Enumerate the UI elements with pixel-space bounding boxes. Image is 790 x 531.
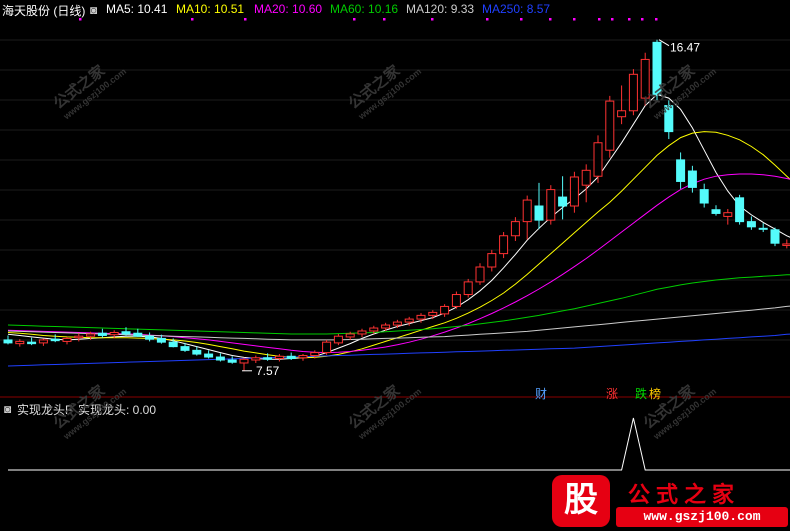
- candle-body: [676, 159, 686, 182]
- candle-body: [758, 227, 768, 230]
- candle-body: [180, 346, 190, 351]
- candle-body: [617, 110, 627, 118]
- ma60-legend: MA60: 10.16: [330, 2, 399, 16]
- candle-body: [404, 318, 414, 323]
- signal-dot: [431, 18, 434, 21]
- candle-body: [133, 332, 143, 337]
- candle-body: [440, 305, 450, 315]
- candle-body: [735, 197, 745, 223]
- candle-body: [62, 337, 72, 342]
- candle-body: [546, 189, 556, 221]
- candle-body: [38, 339, 48, 344]
- candle-body: [310, 352, 320, 357]
- candle-body: [215, 356, 225, 361]
- candle-body: [770, 229, 780, 244]
- signal-dot: [598, 18, 601, 21]
- brand-url: www.gszj100.com: [616, 507, 788, 527]
- candle-body: [746, 221, 756, 228]
- candle-body: [274, 355, 284, 360]
- candle-body: [569, 176, 579, 207]
- ma20-legend: MA20: 10.60: [254, 2, 323, 16]
- candle-body: [27, 341, 37, 345]
- candle-body: [522, 199, 532, 223]
- signal-dot: [641, 18, 644, 21]
- signal-dot: [655, 18, 658, 21]
- candle-body: [487, 253, 497, 268]
- signal-dot: [573, 18, 576, 21]
- candle-body: [687, 170, 697, 188]
- indicator-collapse-icon[interactable]: ◙: [4, 402, 11, 416]
- signal-dot: [486, 18, 489, 21]
- candle-body: [699, 189, 709, 204]
- signal-dot: [191, 18, 194, 21]
- candle-body: [451, 294, 461, 307]
- candle-body: [121, 331, 131, 335]
- signal-dot: [611, 18, 614, 21]
- candle-body: [558, 196, 568, 207]
- candle-body: [322, 341, 332, 354]
- ma-line-ma5: [7, 93, 790, 360]
- stock-title: 海天股份 (日线): [2, 4, 86, 18]
- candle-body: [97, 332, 107, 336]
- ma10-legend: MA10: 10.51: [176, 2, 245, 16]
- candle-body: [145, 335, 155, 340]
- candle-body: [534, 205, 544, 221]
- candle-body: [74, 335, 84, 339]
- signal-dot: [383, 18, 386, 21]
- candle-body: [109, 331, 119, 336]
- ma5-legend: MA5: 10.41: [106, 2, 168, 16]
- candle-body: [333, 335, 343, 344]
- finance-marker[interactable]: 财: [535, 385, 547, 402]
- candle-body: [298, 355, 308, 359]
- candle-body: [369, 327, 379, 332]
- candle-body: [581, 169, 591, 186]
- ma250-legend: MA250: 8.57: [482, 2, 551, 16]
- candle-body: [86, 333, 96, 337]
- candle-body: [381, 324, 391, 329]
- candle-body: [227, 359, 237, 363]
- candle-body: [593, 142, 603, 177]
- brand-badge: 股: [552, 475, 610, 527]
- candle-body: [251, 357, 261, 361]
- candle-body: [286, 355, 296, 360]
- legend-collapse-icon[interactable]: ◙: [90, 3, 97, 17]
- candle-body: [416, 314, 426, 320]
- rise-marker[interactable]: 涨: [606, 385, 618, 402]
- candle-body: [15, 340, 25, 345]
- signal-dot: [628, 18, 631, 21]
- candle-body: [392, 321, 402, 326]
- candle-body: [463, 281, 473, 296]
- candle-body: [263, 357, 273, 360]
- signal-dot: [353, 18, 356, 21]
- signal-dot: [520, 18, 523, 21]
- candle-body: [428, 311, 438, 316]
- candle-body: [192, 349, 202, 355]
- candle-body: [168, 341, 178, 348]
- candle-body: [475, 266, 485, 283]
- candle-body: [50, 338, 60, 342]
- brand-name: 公式之家: [628, 482, 741, 507]
- candle-body: [345, 333, 355, 338]
- low-price-label: 7.57: [256, 364, 280, 378]
- candle-body: [156, 337, 166, 343]
- candle-body: [711, 209, 721, 214]
- candle-body: [357, 330, 367, 335]
- candle-body: [239, 358, 249, 364]
- brand-logo: 股 公式之家 www.gszj100.com: [548, 471, 790, 531]
- candle-body: [3, 339, 13, 344]
- ma120-legend: MA120: 9.33: [406, 2, 475, 16]
- signal-dot: [549, 18, 552, 21]
- signal-dot: [244, 18, 247, 21]
- candle-body: [499, 235, 509, 255]
- candle-body: [782, 243, 790, 246]
- candle-body: [723, 212, 733, 217]
- candle-body: [605, 100, 615, 151]
- fall-marker[interactable]: 跌: [635, 385, 647, 402]
- candle-body: [510, 221, 520, 237]
- candle-body: [204, 353, 214, 358]
- candle-body: [628, 73, 638, 112]
